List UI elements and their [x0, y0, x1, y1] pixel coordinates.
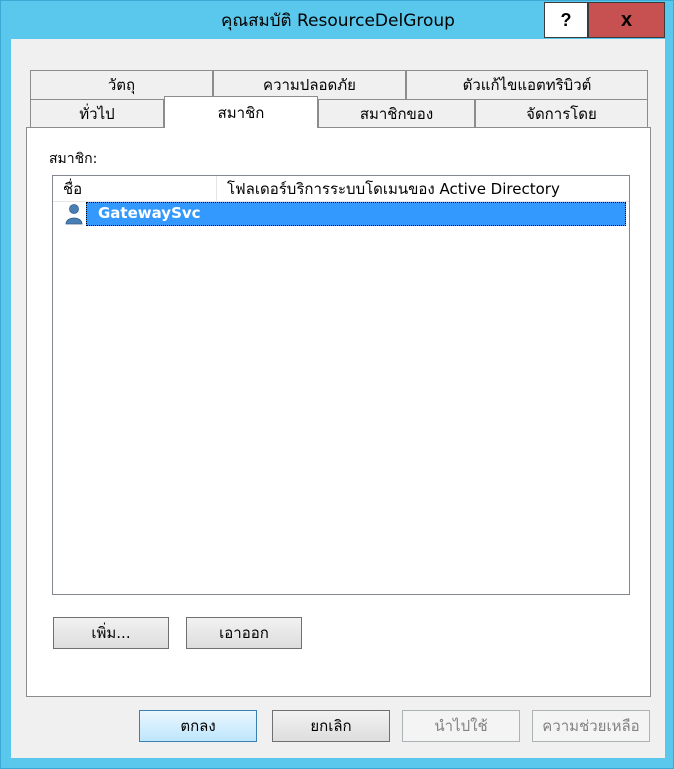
tab-attribute-editor[interactable]: ตัวแก้ไขแอตทริบิวต์	[406, 70, 648, 99]
close-button[interactable]: x	[588, 2, 665, 38]
title-help-button[interactable]: ?	[544, 2, 588, 38]
tab-managed-by[interactable]: จัดการโดย	[475, 99, 648, 128]
member-name: GatewaySvc	[98, 204, 201, 222]
properties-window: คุณสมบัติ ResourceDelGroup ? x วัตถุ ควา…	[0, 0, 674, 769]
column-header-folder[interactable]: โฟลเดอร์บริการระบบโดเมนของ Active Direct…	[217, 176, 627, 201]
members-panel: สมาชิก: ชื่อ โฟลเดอร์บริการระบบโดเมนของ …	[26, 127, 651, 697]
list-header: ชื่อ โฟลเดอร์บริการระบบโดเมนของ Active D…	[53, 176, 629, 202]
dialog-client: วัตถุ ความปลอดภัย ตัวแก้ไขแอตทริบิวต์ ทั…	[11, 39, 665, 758]
help-button[interactable]: ความช่วยเหลือ	[532, 710, 650, 742]
tab-general[interactable]: ทั่วไป	[30, 99, 164, 128]
remove-button[interactable]: เอาออก	[186, 617, 302, 649]
add-button[interactable]: เพิ่ม...	[53, 617, 169, 649]
apply-button[interactable]: นำไปใช้	[402, 710, 520, 742]
user-icon	[65, 204, 83, 225]
list-item[interactable]: GatewaySvc	[53, 202, 629, 228]
tab-security[interactable]: ความปลอดภัย	[213, 70, 406, 99]
members-label: สมาชิก:	[49, 151, 98, 167]
ok-button[interactable]: ตกลง	[139, 710, 257, 742]
tab-members[interactable]: สมาชิก	[164, 96, 318, 128]
tab-object[interactable]: วัตถุ	[30, 70, 213, 99]
members-list[interactable]: ชื่อ โฟลเดอร์บริการระบบโดเมนของ Active D…	[52, 175, 630, 595]
cancel-button[interactable]: ยกเลิก	[272, 710, 390, 742]
tab-member-of[interactable]: สมาชิกของ	[318, 99, 475, 128]
column-header-name[interactable]: ชื่อ	[53, 176, 217, 201]
